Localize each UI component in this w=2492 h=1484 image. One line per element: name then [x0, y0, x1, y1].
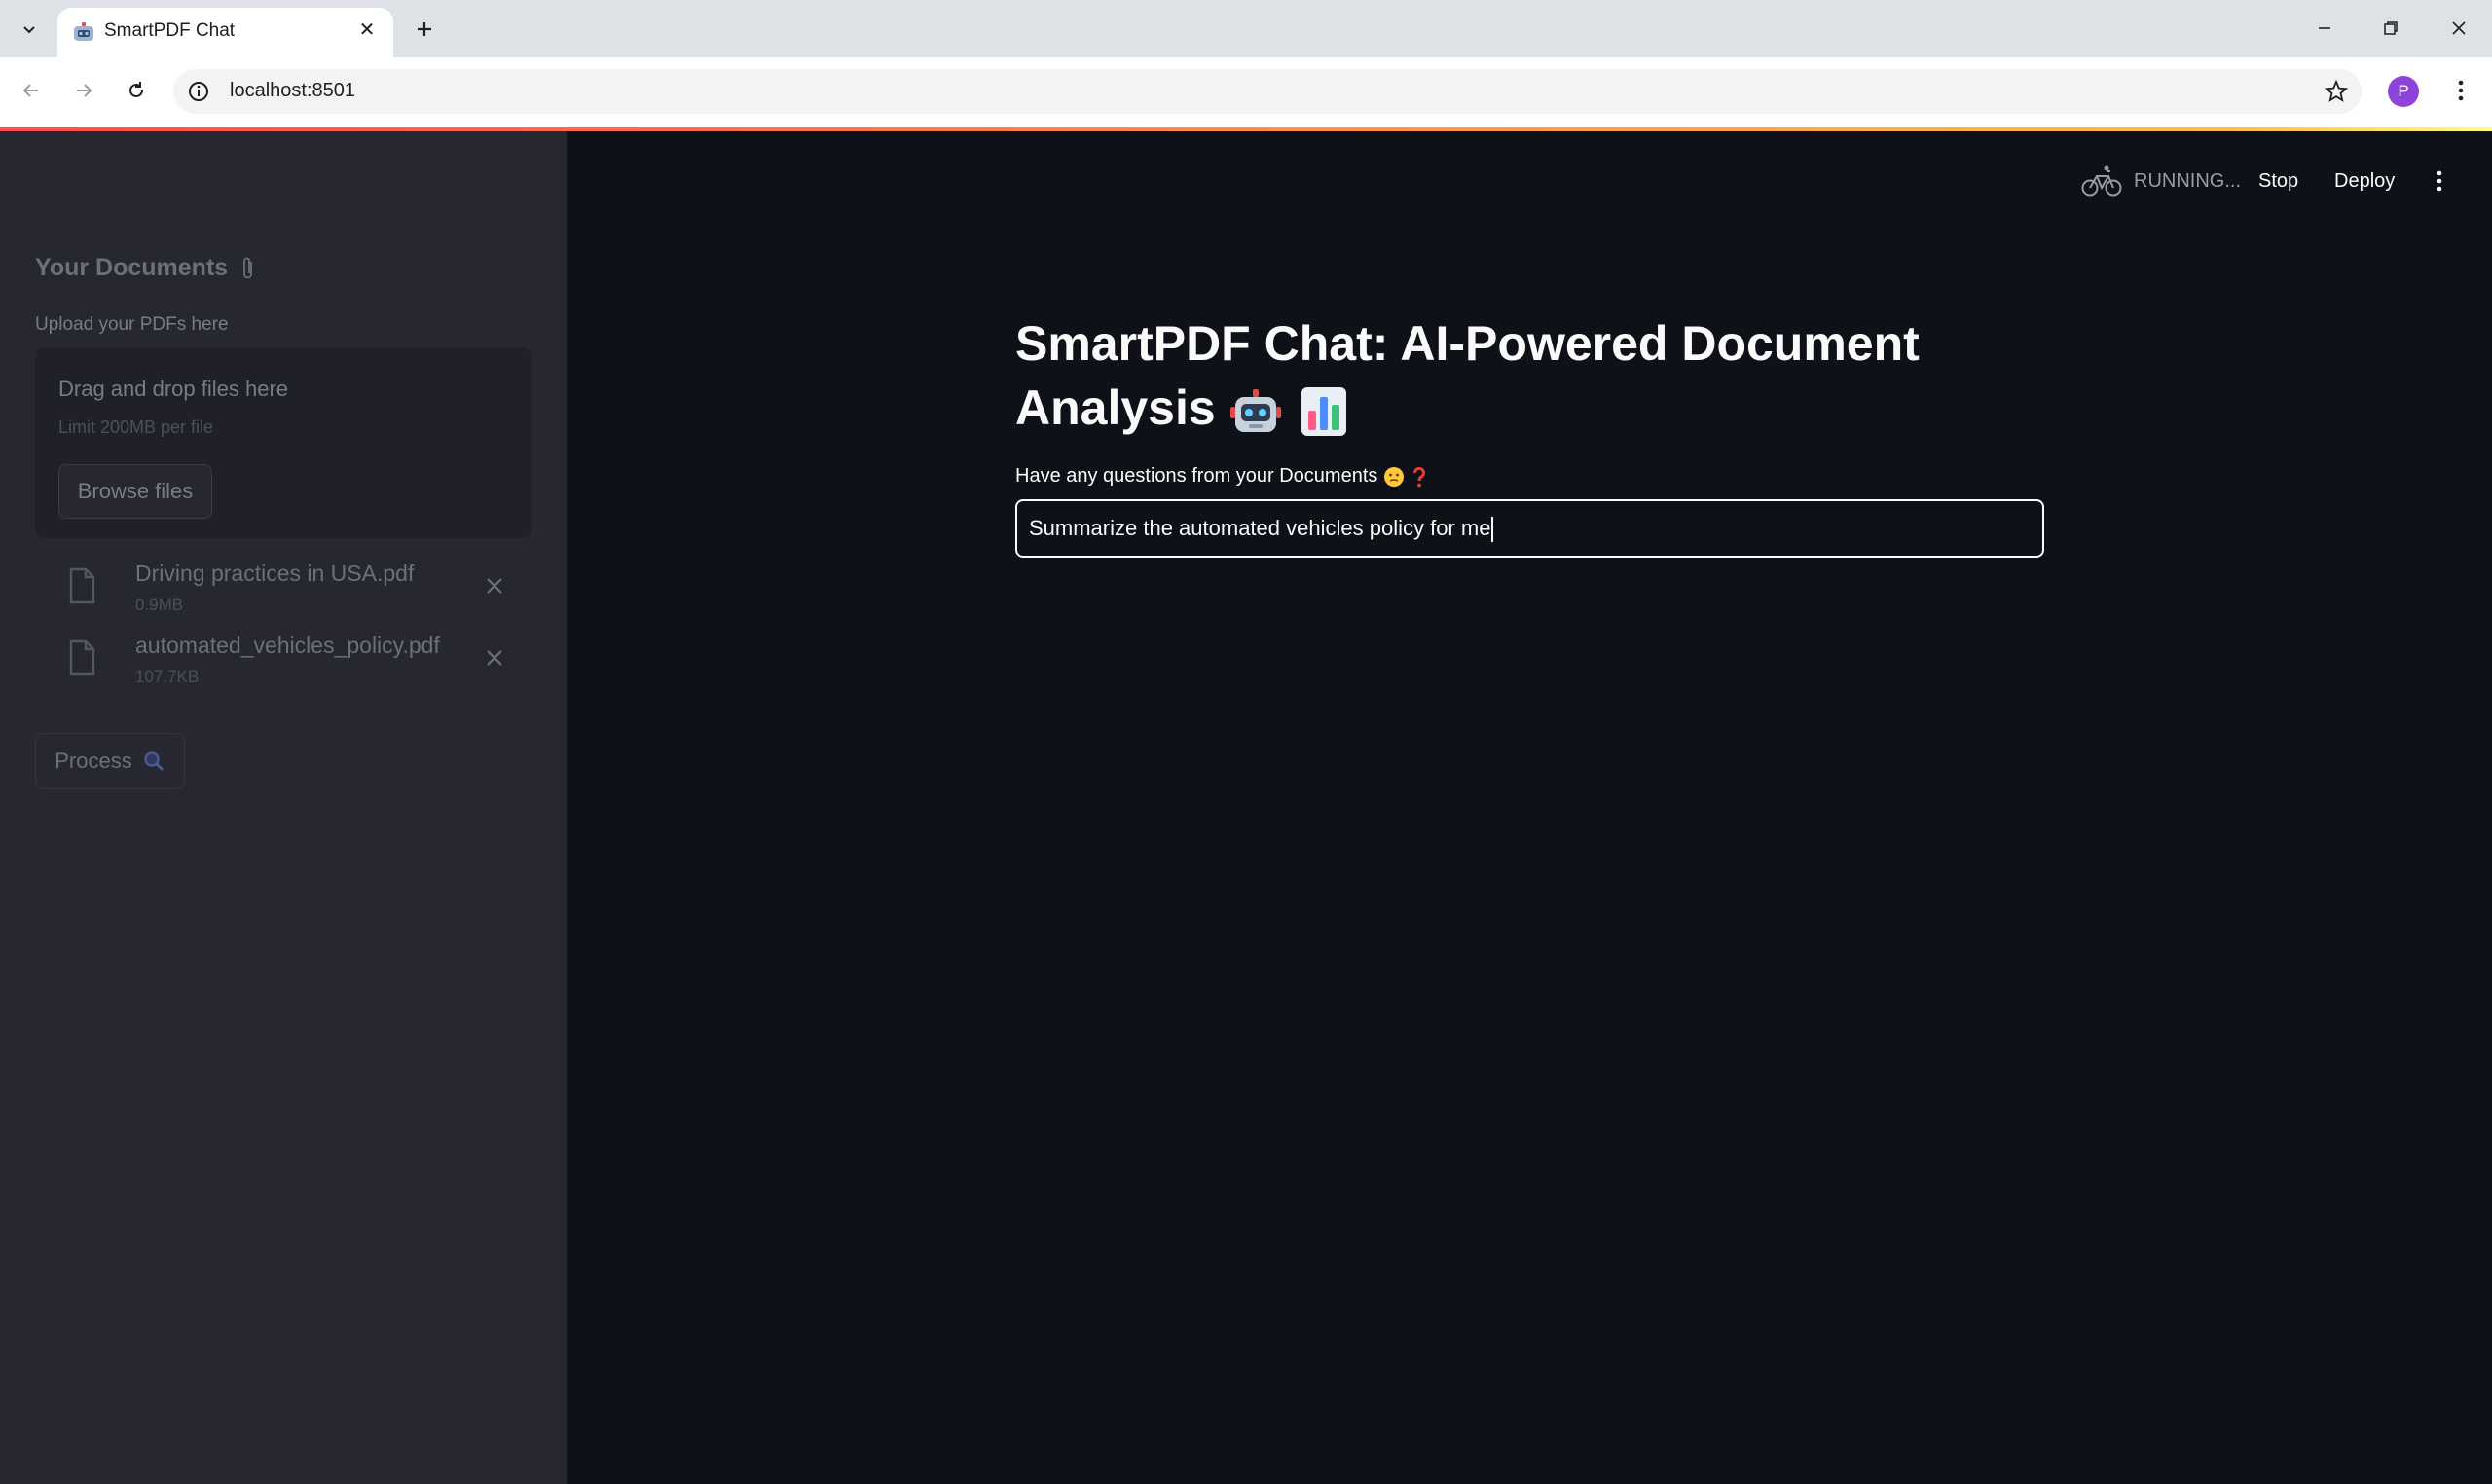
stop-button[interactable]: Stop	[2258, 160, 2298, 202]
reload-button[interactable]	[117, 71, 156, 110]
magnifier-icon	[143, 751, 164, 772]
remove-file-icon[interactable]	[479, 570, 510, 601]
uploaded-file-row: automated_vehicles_policy.pdf 107.7KB	[35, 629, 531, 699]
arrow-right-icon	[77, 84, 92, 97]
url-text: localhost:8501	[230, 80, 355, 101]
remove-file-icon[interactable]	[479, 642, 510, 673]
close-window-button[interactable]	[2430, 6, 2488, 51]
dropzone-title: Drag and drop files here	[58, 377, 289, 401]
question-mark-icon	[1413, 466, 1426, 487]
address-bar[interactable]: localhost:8501	[173, 69, 2362, 114]
browse-files-button[interactable]: Browse files	[58, 464, 212, 519]
page-title-text: SmartPDF Chat: AI-Powered Document Analy…	[1015, 316, 1920, 435]
site-info-icon[interactable]	[187, 80, 210, 103]
robot-favicon-icon	[74, 22, 93, 41]
file-icon	[69, 567, 95, 604]
tab-search-button[interactable]	[8, 12, 51, 47]
browser-toolbar: localhost:8501 P	[0, 57, 2492, 127]
file-size: 0.9MB	[135, 596, 184, 614]
file-icon	[69, 639, 95, 676]
profile-avatar[interactable]: P	[2388, 76, 2419, 107]
main-menu-button[interactable]	[2428, 160, 2451, 202]
process-button[interactable]: Process	[35, 733, 185, 789]
deploy-button[interactable]: Deploy	[2334, 160, 2395, 202]
process-label: Process	[55, 748, 132, 773]
question-input-value: Summarize the automated vehicles policy …	[1029, 516, 1491, 540]
restore-button[interactable]	[2362, 6, 2420, 51]
tab-title: SmartPDF Chat	[104, 20, 236, 41]
uploaded-file-row: Driving practices in USA.pdf 0.9MB	[35, 557, 531, 627]
file-name: Driving practices in USA.pdf	[135, 561, 415, 586]
forward-button[interactable]	[64, 71, 103, 110]
bookmark-star-icon[interactable]	[2323, 78, 2350, 105]
file-name: automated_vehicles_policy.pdf	[135, 633, 440, 658]
sidebar-heading-text: Your Documents	[35, 254, 229, 281]
browser-menu-button[interactable]	[2443, 73, 2478, 108]
kebab-menu-icon	[2437, 170, 2442, 192]
running-status: RUNNING...	[2081, 160, 2241, 202]
thinking-face-icon	[1384, 466, 1405, 487]
main-content: SmartPDF Chat: AI-Powered Document Analy…	[1015, 311, 2044, 558]
browser-tab[interactable]: SmartPDF Chat ✕	[57, 8, 393, 57]
browser-tab-strip: SmartPDF Chat ✕	[0, 0, 2492, 57]
upload-label: Upload your PDFs here	[35, 314, 229, 335]
bar-chart-icon	[1301, 386, 1346, 436]
bicycle-icon	[2081, 165, 2122, 197]
arrow-left-icon	[22, 84, 38, 97]
page-title: SmartPDF Chat: AI-Powered Document Analy…	[1015, 311, 2044, 440]
minimize-icon	[2319, 27, 2330, 29]
minimize-button[interactable]	[2295, 6, 2354, 51]
close-icon	[2452, 21, 2466, 35]
plus-icon	[418, 22, 431, 36]
chevron-down-icon	[23, 26, 35, 34]
file-size: 107.7KB	[135, 668, 200, 686]
dropzone-limit: Limit 200MB per file	[58, 417, 214, 437]
running-text: RUNNING...	[2134, 169, 2241, 192]
back-button[interactable]	[12, 71, 51, 110]
new-tab-button[interactable]	[407, 12, 442, 47]
file-dropzone[interactable]: Drag and drop files here Limit 200MB per…	[35, 347, 531, 538]
reload-icon	[129, 82, 143, 97]
tab-close-icon[interactable]: ✕	[354, 18, 380, 43]
question-input[interactable]: Summarize the automated vehicles policy …	[1015, 499, 2044, 558]
question-label-text: Have any questions from your Documents	[1015, 465, 1378, 487]
sidebar: Your Documents Upload your PDFs here Dra…	[0, 131, 567, 1484]
sidebar-heading: Your Documents	[35, 254, 257, 282]
text-caret	[1491, 517, 1494, 543]
restore-icon	[2384, 21, 2398, 35]
robot-icon	[1229, 388, 1281, 432]
paperclip-icon	[243, 257, 253, 278]
question-label: Have any questions from your Documents	[1015, 465, 2044, 488]
kebab-menu-icon	[2458, 80, 2464, 101]
